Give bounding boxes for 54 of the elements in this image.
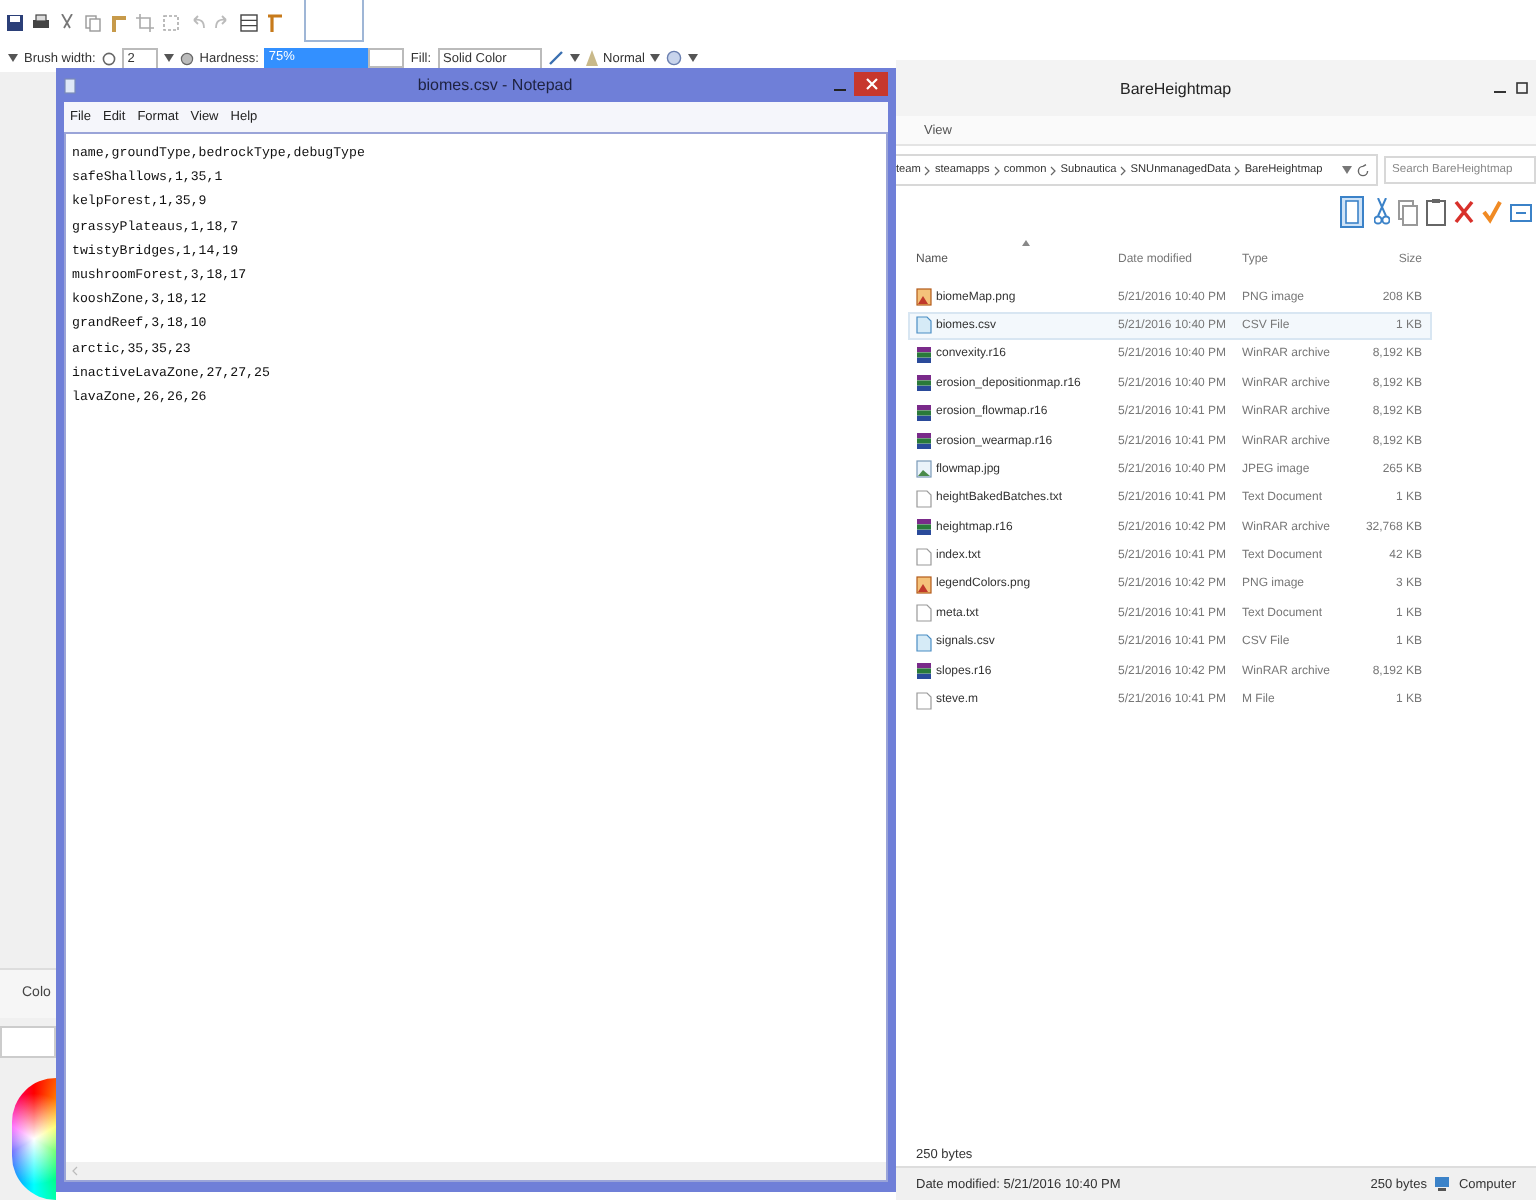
archive-file-icon: [916, 662, 932, 681]
checkmark-icon[interactable]: [1482, 200, 1502, 224]
maximize-icon[interactable]: [1516, 82, 1528, 94]
chevron-icon: [993, 165, 1000, 175]
archive-file-icon: [916, 432, 932, 451]
copy-icon[interactable]: [84, 13, 102, 31]
image-thumbnail[interactable]: [304, 0, 364, 42]
image-file-icon: [916, 575, 932, 594]
delete-icon[interactable]: [1454, 200, 1474, 224]
chevron-icon: [1120, 165, 1127, 175]
layout-icon[interactable]: [1340, 196, 1364, 228]
brush-icon: [101, 51, 116, 65]
caret-icon[interactable]: [650, 54, 661, 62]
pen-icon[interactable]: [547, 50, 564, 66]
archive-file-icon: [916, 345, 932, 364]
chevron-icon: [1050, 165, 1057, 175]
document-file-icon: [916, 691, 932, 710]
image-file-icon: [916, 460, 932, 479]
cut-icon[interactable]: [58, 13, 76, 31]
blend-icon: [585, 50, 598, 66]
archive-file-icon: [916, 518, 932, 537]
caret-icon[interactable]: [688, 54, 699, 62]
caret-icon[interactable]: [569, 54, 580, 62]
caret-icon[interactable]: [163, 54, 174, 62]
chevron-icon: [924, 165, 931, 175]
hardness-icon: [179, 51, 194, 65]
close-button[interactable]: [854, 72, 888, 96]
sort-icon: [1022, 240, 1030, 246]
document-file-icon: [916, 547, 932, 566]
caret-icon[interactable]: [8, 54, 18, 62]
spreadsheet-file-icon: [916, 633, 932, 652]
spreadsheet-file-icon: [916, 316, 932, 335]
copy-icon[interactable]: [1398, 199, 1418, 225]
archive-file-icon: [916, 374, 932, 393]
scrollbar[interactable]: [66, 1162, 886, 1180]
image-file-icon: [916, 288, 932, 307]
print-icon[interactable]: [32, 13, 50, 31]
archive-file-icon: [916, 403, 932, 422]
caret-icon[interactable]: [1342, 166, 1352, 174]
chevron-icon: [1234, 165, 1241, 175]
document-file-icon: [916, 489, 932, 508]
cut-icon[interactable]: [1374, 198, 1390, 226]
rename-icon[interactable]: [1510, 201, 1532, 223]
window-title: biomes.csv - Notepad: [415, 76, 575, 94]
computer-icon: [1434, 1176, 1451, 1192]
notepad-icon: [64, 77, 76, 93]
document-file-icon: [916, 604, 932, 623]
save-icon[interactable]: [6, 13, 24, 31]
close-icon: [865, 78, 877, 90]
window-title: BareHeightmap: [1120, 79, 1232, 97]
grid-icon[interactable]: [240, 13, 258, 31]
color-wheel[interactable]: [12, 1077, 56, 1200]
refresh-icon[interactable]: [1356, 163, 1370, 177]
layer-icon: [666, 50, 683, 66]
